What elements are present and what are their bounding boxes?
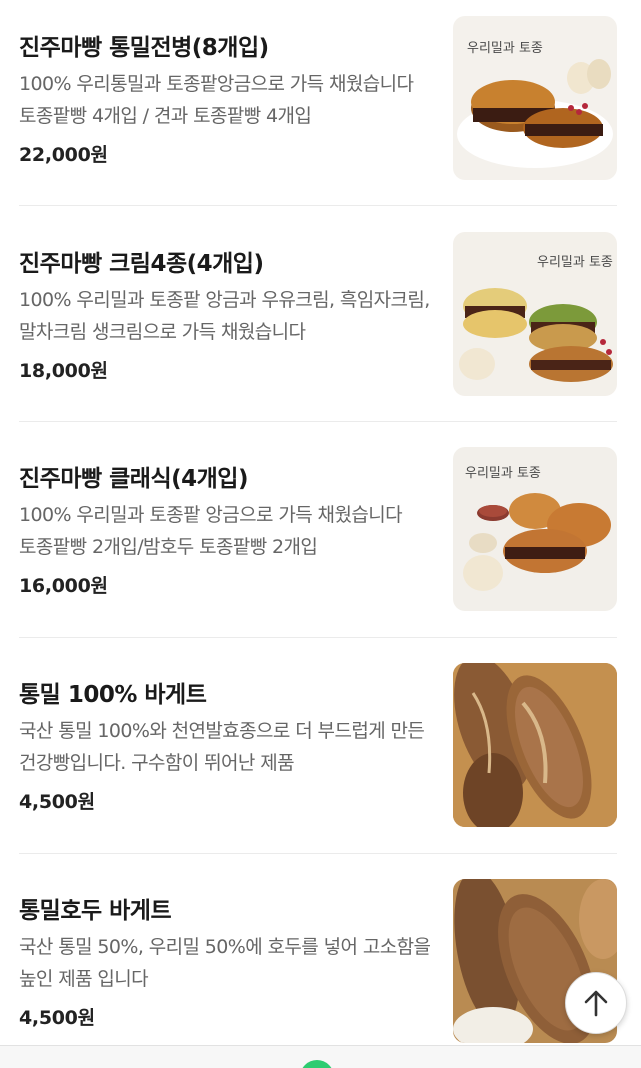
menu-item[interactable]: 진주마빵 크림4종(4개입) 100% 우리밀과 토종팥 앙금과 우유크림, 흑… bbox=[19, 232, 617, 396]
bottom-bar bbox=[0, 1045, 641, 1068]
menu-item-price: 22,000원 bbox=[19, 144, 108, 166]
arrow-up-icon bbox=[584, 990, 608, 1017]
divider bbox=[19, 421, 617, 422]
menu-item[interactable]: 통밀 100% 바게트 국산 통밀 100%와 천연발효종으로 더 부드럽게 만… bbox=[19, 663, 617, 827]
menu-item-price: 16,000원 bbox=[19, 575, 108, 597]
scroll-to-top-button[interactable] bbox=[565, 972, 627, 1034]
menu-item-image[interactable]: 우리밀과 토종 bbox=[453, 232, 617, 396]
menu-item-name: 진주마빵 클래식(4개입) bbox=[19, 466, 248, 492]
divider bbox=[19, 205, 617, 206]
menu-item-price: 4,500원 bbox=[19, 791, 95, 813]
menu-item-price: 18,000원 bbox=[19, 360, 108, 382]
divider bbox=[19, 637, 617, 638]
menu-item-description: 국산 통밀 50%, 우리밀 50%에 호두를 넣어 고소함을 높인 제품 입니… bbox=[19, 936, 431, 990]
menu-item-image[interactable] bbox=[453, 663, 617, 827]
divider bbox=[19, 853, 617, 854]
svg-text:우리밀과 토종: 우리밀과 토종 bbox=[537, 255, 613, 270]
menu-item[interactable]: 진주마빵 클래식(4개입) 100% 우리밀과 토종팥 앙금으로 가득 채웠습니… bbox=[19, 447, 617, 611]
menu-item-description: 100% 우리통밀과 토종팥앙금으로 가득 채웠습니다 토종팥빵 4개입 / 견… bbox=[19, 73, 414, 127]
svg-text:우리밀과 토종: 우리밀과 토종 bbox=[467, 41, 543, 56]
menu-item-image[interactable]: 우리밀과 토종 bbox=[453, 447, 617, 611]
menu-item-price: 4,500원 bbox=[19, 1007, 95, 1029]
menu-item-name: 진주마빵 통밀전병(8개입) bbox=[19, 35, 269, 61]
menu-item-description: 국산 통밀 100%와 천연발효종으로 더 부드럽게 만든 건강빵입니다. 구수… bbox=[19, 720, 425, 774]
menu-item-image[interactable]: 우리밀과 토종 bbox=[453, 16, 617, 180]
menu-item-name: 진주마빵 크림4종(4개입) bbox=[19, 251, 264, 277]
menu-item[interactable]: 통밀호두 바게트 국산 통밀 50%, 우리밀 50%에 호두를 넣어 고소함을… bbox=[19, 879, 617, 1043]
menu-item-name: 통밀 100% 바게트 bbox=[19, 682, 207, 708]
menu-item-description: 100% 우리밀과 토종팥 앙금과 우유크림, 흑임자크림, 말차크림 생크림으… bbox=[19, 289, 430, 343]
menu-item[interactable]: 진주마빵 통밀전병(8개입) 100% 우리통밀과 토종팥앙금으로 가득 채웠습… bbox=[19, 16, 617, 180]
menu-item-name: 통밀호두 바게트 bbox=[19, 898, 172, 924]
svg-text:우리밀과 토종: 우리밀과 토종 bbox=[465, 466, 541, 481]
menu-item-description: 100% 우리밀과 토종팥 앙금으로 가득 채웠습니다 토종팥빵 2개입/밤호두… bbox=[19, 504, 403, 558]
